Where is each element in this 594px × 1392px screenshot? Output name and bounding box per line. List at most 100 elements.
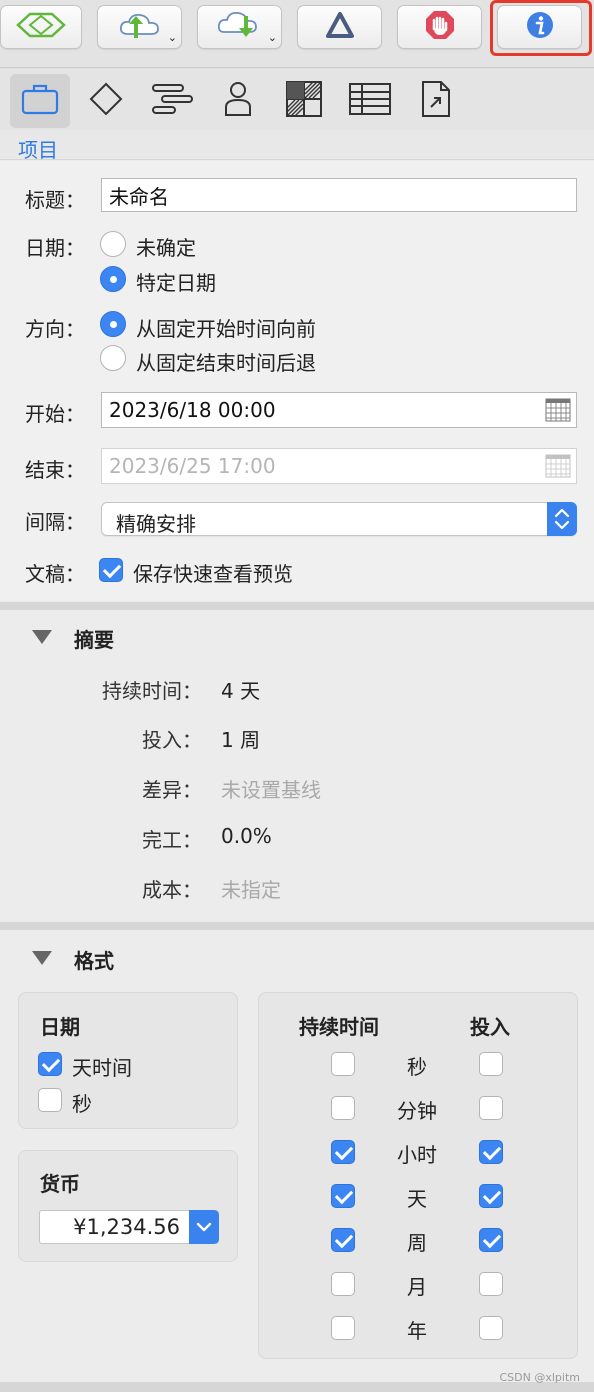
date-option-specific: 特定日期 <box>136 271 216 295</box>
unit-label-days: 天 <box>407 1187 427 1211</box>
tab-table[interactable] <box>340 74 400 128</box>
toolbar-level-button[interactable] <box>0 5 82 49</box>
unit-label-minutes: 分钟 <box>397 1099 437 1123</box>
effort-header: 投入 <box>470 1015 510 1039</box>
briefcase-icon <box>21 83 59 119</box>
date-format-title: 日期 <box>40 1015 80 1039</box>
duration-days-checkbox[interactable] <box>331 1184 355 1208</box>
duration-minutes-checkbox[interactable] <box>331 1096 355 1120</box>
divider <box>0 922 594 930</box>
toolbar-upload-button[interactable]: ⌄ <box>97 5 182 49</box>
duration-months-checkbox[interactable] <box>331 1272 355 1296</box>
summary-effort-value: 1 周 <box>221 728 261 752</box>
calendar-icon <box>545 454 571 478</box>
date-format-seconds-checkbox[interactable] <box>38 1088 62 1112</box>
tab-style[interactable] <box>274 74 334 128</box>
section-header: 项目 <box>0 130 594 162</box>
inspector-tabs <box>0 68 594 130</box>
date-format-daytime-checkbox[interactable] <box>38 1052 62 1076</box>
toolbar: ⌄ ⌄ <box>0 0 594 68</box>
direction-radio-forward[interactable] <box>100 311 126 337</box>
currency-title: 货币 <box>40 1172 80 1196</box>
interval-value: 精确安排 <box>116 512 196 536</box>
start-date-input[interactable]: 2023/6/18 00:00 <box>101 392 577 428</box>
direction-radio-backward[interactable] <box>100 345 126 371</box>
quicklook-checkbox[interactable] <box>99 558 123 582</box>
start-label: 开始： <box>25 402 85 426</box>
tab-milestone[interactable] <box>76 74 136 128</box>
tab-resource[interactable] <box>208 74 268 128</box>
date-format-daytime-label: 天时间 <box>72 1056 132 1080</box>
duration-header: 持续时间 <box>299 1015 379 1039</box>
unit-label-years: 年 <box>407 1319 427 1343</box>
calendar-icon[interactable] <box>545 398 571 422</box>
stop-hand-icon <box>424 9 456 45</box>
toolbar-delta-button[interactable] <box>297 5 382 49</box>
format-title: 格式 <box>74 949 114 973</box>
date-radio-undetermined[interactable] <box>100 231 126 257</box>
effort-weeks-checkbox[interactable] <box>479 1228 503 1252</box>
direction-option-forward: 从固定开始时间向前 <box>136 317 316 341</box>
currency-box <box>18 1150 238 1262</box>
interval-label: 间隔： <box>25 510 85 534</box>
effort-seconds-checkbox[interactable] <box>479 1052 503 1076</box>
end-label: 结束： <box>25 458 85 482</box>
tab-document[interactable] <box>406 74 466 128</box>
quicklook-label: 保存快速查看预览 <box>133 562 293 586</box>
summary-completion-value: 0.0% <box>221 824 272 848</box>
person-icon <box>223 81 253 121</box>
table-icon <box>348 82 392 120</box>
end-date-input: 2023/6/25 17:00 <box>101 448 577 484</box>
section-title: 项目 <box>18 138 58 162</box>
unit-label-months: 月 <box>407 1275 427 1299</box>
duration-seconds-checkbox[interactable] <box>331 1052 355 1076</box>
tab-task[interactable] <box>142 74 202 128</box>
interval-select[interactable]: 精确安排 <box>101 502 577 536</box>
direction-option-backward: 从固定结束时间后退 <box>136 351 316 375</box>
tab-project[interactable] <box>10 74 70 128</box>
summary-completion-label: 完工： <box>142 828 202 852</box>
gantt-bars-icon <box>150 82 194 120</box>
effort-months-checkbox[interactable] <box>479 1272 503 1296</box>
document-export-icon <box>420 80 452 122</box>
toolbar-download-button[interactable]: ⌄ <box>197 5 282 49</box>
chevron-down-icon: ⌄ <box>267 31 277 44</box>
summary-cost-value: 未指定 <box>221 878 281 902</box>
watermark: CSDN @xlpitm <box>499 1371 581 1384</box>
cloud-upload-icon <box>118 10 162 44</box>
title-input[interactable]: 未命名 <box>101 178 577 212</box>
summary-variance-label: 差异： <box>142 778 202 802</box>
toolbar-stop-button[interactable] <box>397 5 482 49</box>
duration-hours-checkbox[interactable] <box>331 1140 355 1164</box>
date-radio-specific[interactable] <box>100 266 126 292</box>
summary-duration-value: 4 天 <box>221 679 261 703</box>
date-format-seconds-label: 秒 <box>72 1092 92 1116</box>
effort-minutes-checkbox[interactable] <box>479 1096 503 1120</box>
summary-duration-label: 持续时间： <box>102 679 202 703</box>
effort-days-checkbox[interactable] <box>479 1184 503 1208</box>
summary-effort-label: 投入： <box>142 728 202 752</box>
info-button-highlight <box>490 0 592 56</box>
style-grid-icon <box>285 80 323 122</box>
document-label: 文稿： <box>25 562 85 586</box>
chevron-down-icon[interactable] <box>189 1210 219 1244</box>
effort-years-checkbox[interactable] <box>479 1316 503 1340</box>
level-diamond-icon <box>16 12 66 42</box>
summary-title: 摘要 <box>74 628 114 652</box>
unit-label-seconds: 秒 <box>407 1055 427 1079</box>
effort-hours-checkbox[interactable] <box>479 1140 503 1164</box>
date-label: 日期： <box>25 236 85 260</box>
delta-triangle-icon <box>325 11 355 43</box>
duration-years-checkbox[interactable] <box>331 1316 355 1340</box>
unit-label-weeks: 周 <box>407 1231 427 1255</box>
diamond-icon <box>88 81 124 121</box>
direction-label: 方向： <box>25 317 85 341</box>
units-box <box>258 992 578 1359</box>
divider <box>0 602 594 610</box>
duration-weeks-checkbox[interactable] <box>331 1228 355 1252</box>
summary-cost-label: 成本： <box>142 878 202 902</box>
disclosure-triangle-icon[interactable] <box>32 951 52 965</box>
select-stepper-icon <box>547 502 577 536</box>
cloud-download-icon <box>217 10 262 44</box>
disclosure-triangle-icon[interactable] <box>32 630 52 644</box>
